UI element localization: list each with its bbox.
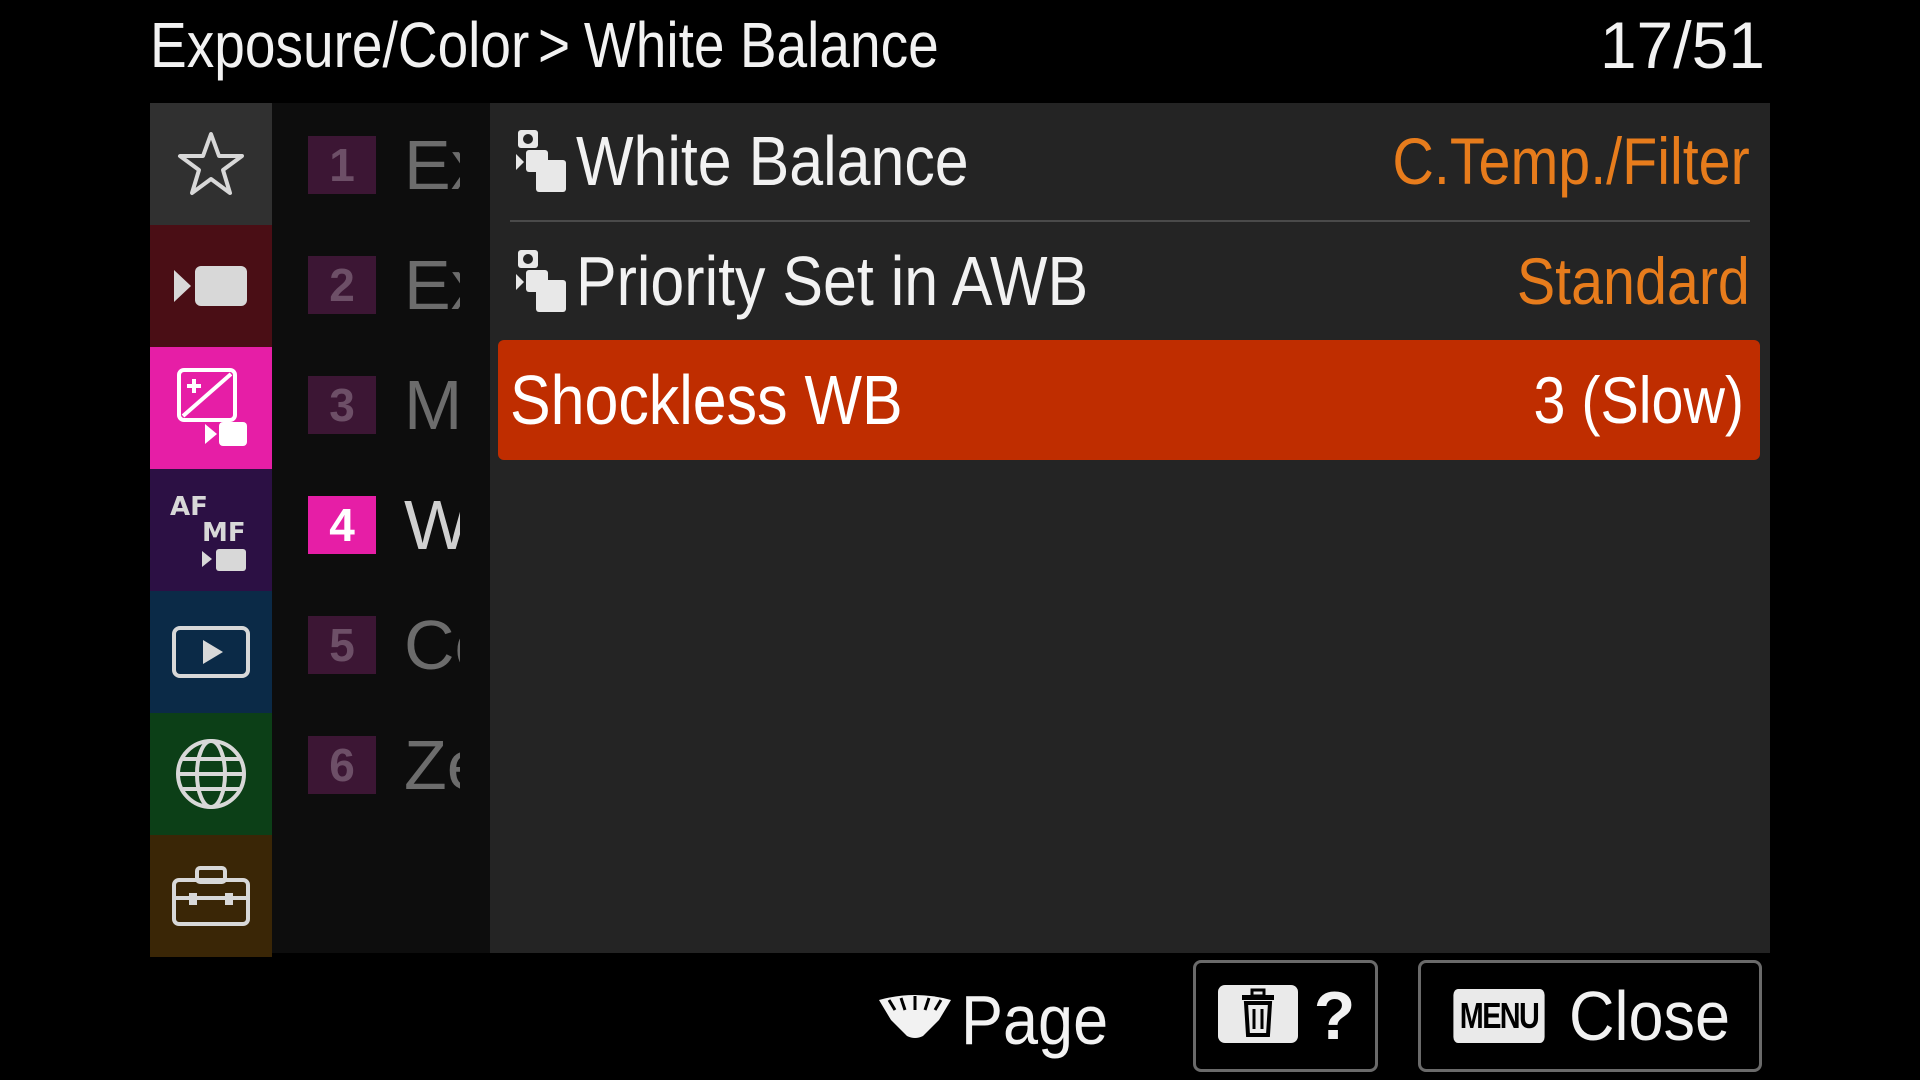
af-mf-icon: AF MF: [168, 485, 254, 575]
menu-item-label: Shockless WB: [510, 361, 903, 439]
page-name: Ex: [404, 246, 460, 324]
svg-text:MF: MF: [202, 518, 246, 548]
page-list: 1 Ex 2 Ex 3 M 4 W 5 Co 6 Ze: [272, 103, 490, 953]
category-focus[interactable]: AF MF: [150, 469, 272, 591]
close-label: Close: [1568, 977, 1730, 1055]
page-hint[interactable]: Page: [875, 970, 1124, 1070]
page-number: 2: [308, 256, 376, 314]
page-item-1[interactable]: 1 Ex: [272, 103, 490, 223]
close-button[interactable]: MENU Close: [1418, 960, 1762, 1072]
page-name: Co: [404, 606, 460, 684]
network-icon: [174, 737, 248, 811]
category-network[interactable]: [150, 713, 272, 835]
category-sidebar: AF MF: [150, 103, 272, 957]
menu-item-priority-set-in-awb[interactable]: Priority Set in AWB Standard: [510, 223, 1750, 339]
page-number: 3: [308, 376, 376, 434]
setup-toolbox-icon: [171, 864, 251, 928]
page-item-4[interactable]: 4 W: [272, 463, 490, 583]
page-counter: 17/51: [1599, 8, 1765, 82]
category-exposure-color[interactable]: [150, 347, 272, 469]
page-number: 5: [308, 616, 376, 674]
category-setup[interactable]: [150, 835, 272, 957]
menu-item-list: White Balance C.Temp./Filter Priority Se…: [490, 103, 1770, 953]
page-name: Ze: [404, 726, 460, 804]
menu-item-white-balance[interactable]: White Balance C.Temp./Filter: [510, 103, 1750, 219]
menu-item-value: C.Temp./Filter: [1392, 124, 1750, 198]
trash-icon: [1216, 983, 1300, 1050]
menu-item-label: Priority Set in AWB: [576, 242, 1089, 320]
page-item-2[interactable]: 2 Ex: [272, 223, 490, 343]
page-number: 1: [308, 136, 376, 194]
page-title: White Balance: [583, 9, 939, 81]
help-icon: ?: [1313, 978, 1356, 1054]
page-name: Ex: [404, 126, 460, 204]
breadcrumb: Exposure/Color > White Balance: [150, 5, 939, 85]
delete-help-button[interactable]: ?: [1193, 960, 1378, 1072]
category-playback[interactable]: [150, 591, 272, 713]
category-favorites[interactable]: [150, 103, 272, 225]
menu-item-value: 3 (Slow): [1533, 363, 1744, 437]
row-divider: [510, 220, 1750, 222]
menu-item-label: White Balance: [576, 122, 969, 200]
page-item-6[interactable]: 6 Ze: [272, 703, 490, 823]
star-icon: [175, 128, 247, 200]
page-item-3[interactable]: 3 M: [272, 343, 490, 463]
page-name: M: [404, 366, 460, 444]
still-movie-icon: [510, 246, 572, 316]
breadcrumb-separator: >: [537, 9, 571, 81]
page-hint-label: Page: [961, 981, 1109, 1059]
page-number: 6: [308, 736, 376, 794]
menu-item-value: Standard: [1516, 244, 1750, 318]
page-name: W: [404, 486, 460, 564]
category-shooting[interactable]: [150, 225, 272, 347]
menu-item-shockless-wb[interactable]: Shockless WB 3 (Slow): [498, 340, 1760, 460]
movie-icon: [171, 258, 251, 314]
still-movie-icon: [510, 126, 572, 196]
exposure-color-icon: [171, 366, 251, 450]
control-wheel-icon: [875, 988, 955, 1053]
page-number: 4: [308, 496, 376, 554]
breadcrumb-section: Exposure/Color: [150, 9, 530, 81]
page-item-5[interactable]: 5 Co: [272, 583, 490, 703]
playback-icon: [171, 624, 251, 680]
menu-key-icon: MENU: [1452, 989, 1545, 1043]
